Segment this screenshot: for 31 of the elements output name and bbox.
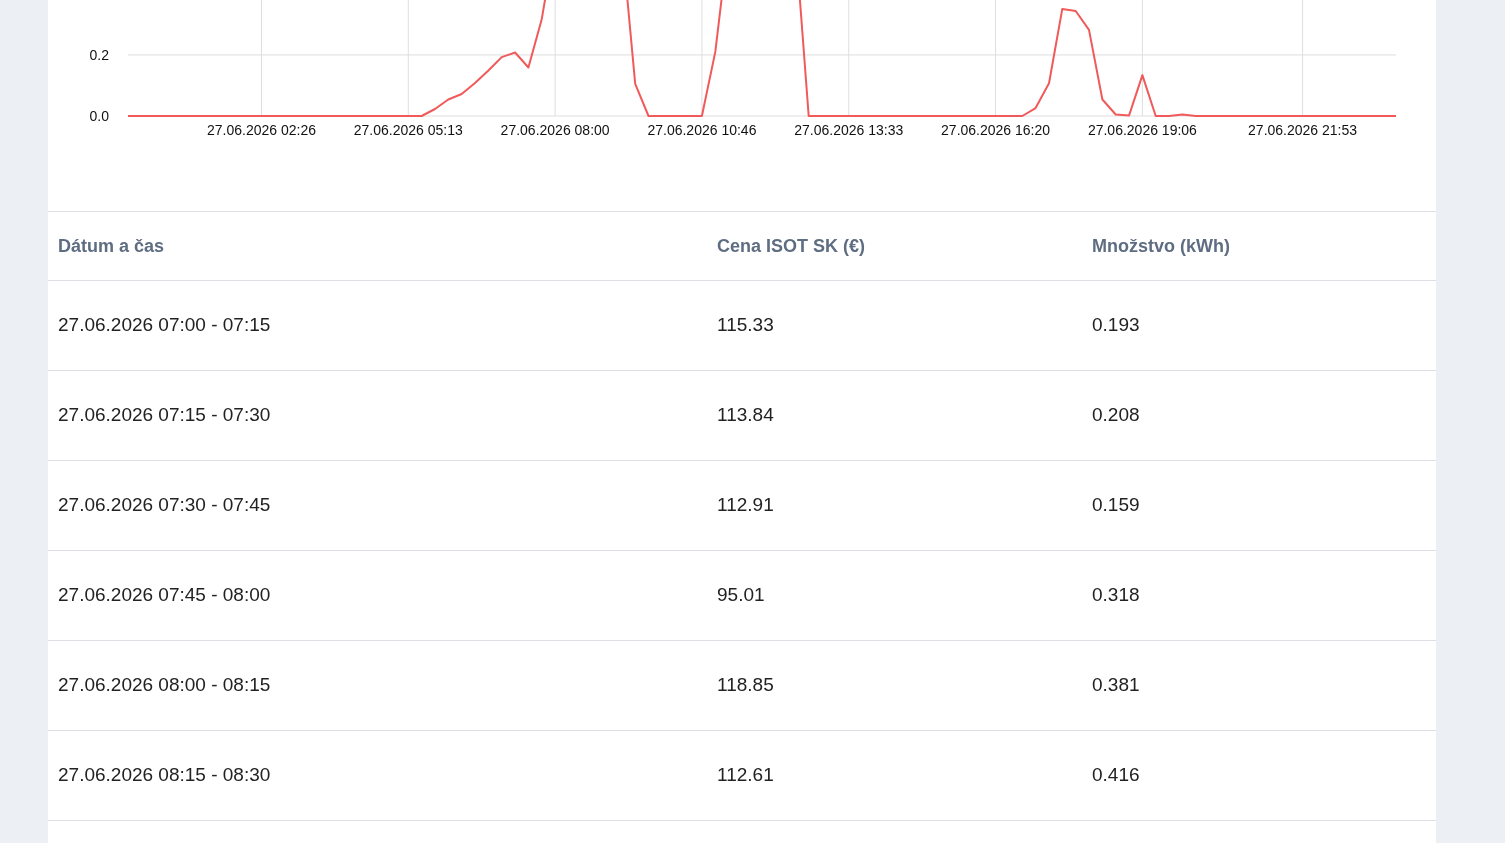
table-cell: 0.318 [1092,584,1140,606]
table-cell: 27.06.2026 07:15 - 07:30 [58,404,271,426]
table-cell: 0.381 [1092,674,1140,696]
column-header: Množstvo (kWh) [1092,235,1230,256]
y-tick-label: 0.2 [89,46,109,63]
x-tick-label: 27.06.2026 16:20 [941,122,1051,138]
table-cell: 113.84 [717,404,774,426]
table-cell: 118.85 [717,674,774,696]
table-cell: 27.06.2026 07:30 - 07:45 [58,494,271,516]
x-tick-label: 27.06.2026 13:33 [794,122,904,138]
x-tick-label: 27.06.2026 02:26 [206,122,316,138]
table-cell: 27.06.2026 08:00 - 08:15 [58,674,271,696]
x-tick-label: 27.06.2026 10:46 [647,122,757,138]
table-cell: 0.208 [1092,404,1140,426]
table-cell: 27.06.2026 08:15 - 08:30 [58,764,271,786]
column-header: Cena ISOT SK (€) [717,235,866,256]
x-tick-label: 27.06.2026 19:06 [1087,122,1197,138]
table-cell: 0.193 [1092,314,1140,336]
table-cell: 112.91 [717,494,774,516]
table-cell: 95.01 [717,584,765,606]
y-tick-label: 0.0 [89,108,109,124]
x-tick-label: 27.06.2026 21:53 [1248,122,1358,138]
x-tick-label: 27.06.2026 08:00 [500,122,610,138]
column-header: Dátum a čas [58,235,165,256]
table-cell: 112.61 [717,764,774,786]
table-cell: 27.06.2026 07:00 - 07:15 [58,314,271,336]
table-cell: 115.33 [717,314,774,336]
table-cell: 0.416 [1092,764,1140,786]
table-cell: 27.06.2026 07:45 - 08:00 [58,584,271,606]
table-cell: 0.159 [1092,494,1140,516]
x-tick-label: 27.06.2026 05:13 [353,122,463,138]
